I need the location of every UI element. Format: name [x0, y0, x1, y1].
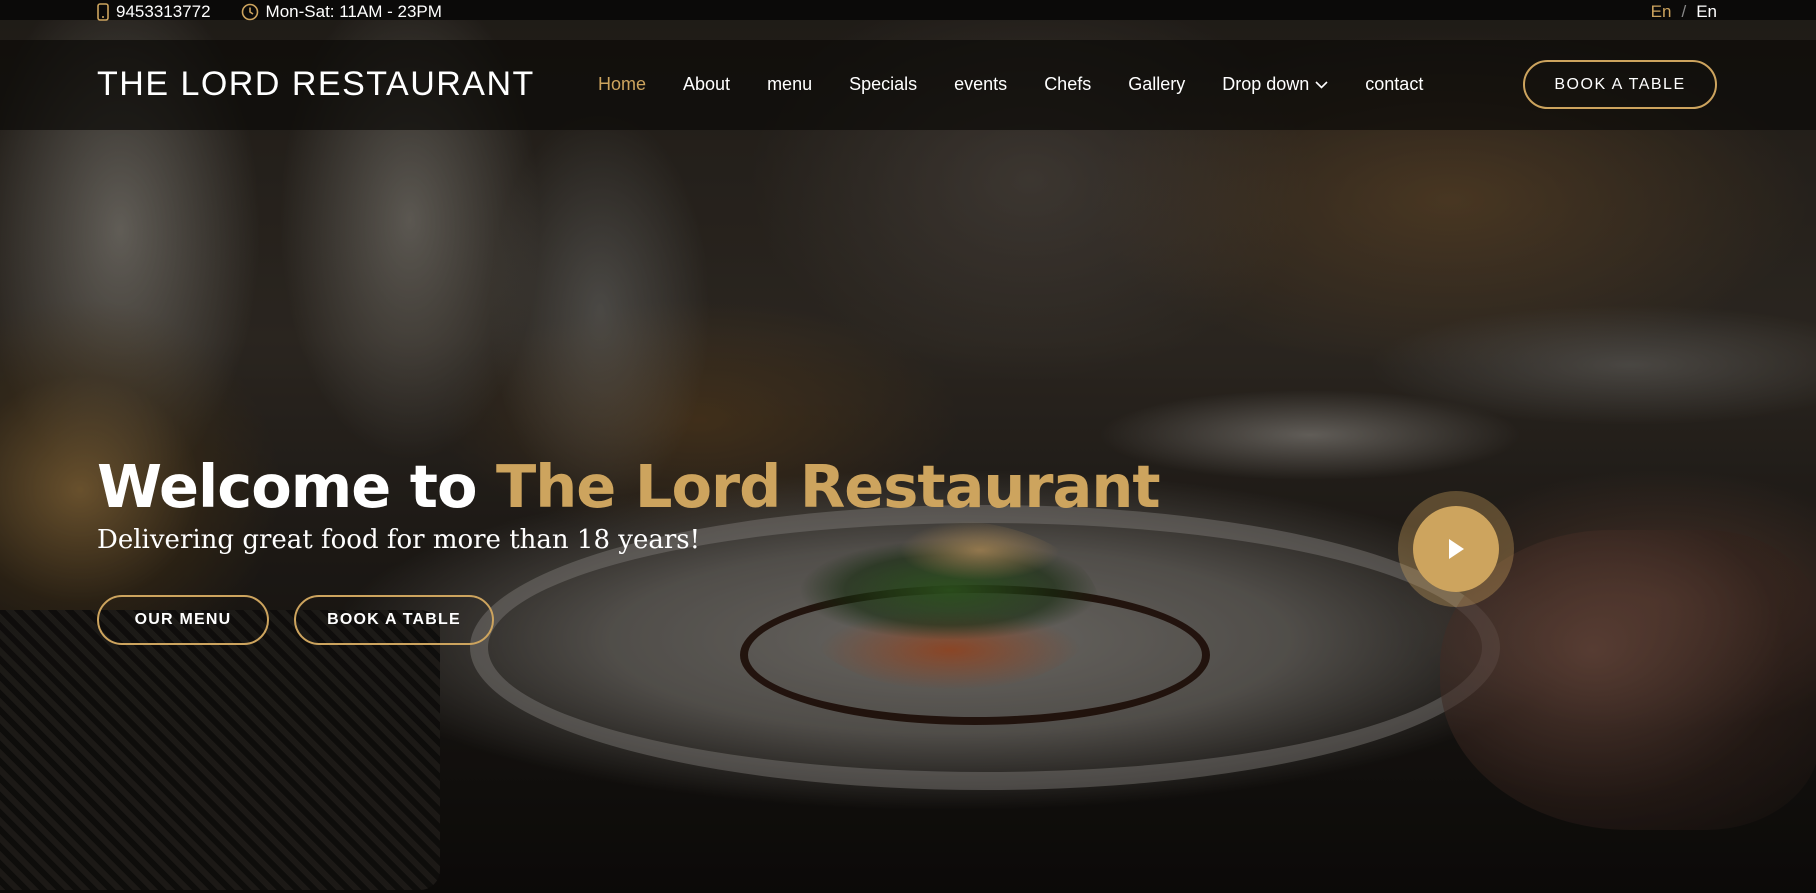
language-switcher: En / En — [1651, 2, 1717, 22]
nav-item-dropdown[interactable]: Drop down — [1222, 74, 1328, 95]
lang-option[interactable]: En — [1696, 2, 1717, 22]
nav-item-about[interactable]: About — [683, 74, 730, 95]
nav-item-menu[interactable]: menu — [767, 74, 812, 95]
play-video-button[interactable] — [1398, 491, 1514, 607]
lang-option-active[interactable]: En — [1651, 2, 1672, 22]
phone-number: 9453313772 — [116, 2, 211, 21]
topbar: 9453313772 Mon-Sat: 11AM - 23PM En / En — [0, 0, 1816, 22]
hero-subtitle: Delivering great food for more than 18 y… — [97, 525, 701, 555]
topbar-contact: 9453313772 Mon-Sat: 11AM - 23PM — [97, 2, 472, 22]
hero-title: Welcome to The Lord Restaurant — [97, 452, 1161, 521]
hero-title-accent: The Lord Restaurant — [496, 452, 1161, 521]
phone-contact: 9453313772 — [97, 2, 211, 22]
nav-item-events[interactable]: events — [954, 74, 1007, 95]
hero-title-prefix: Welcome to — [97, 452, 477, 521]
hero-book-table-button[interactable]: BOOK A TABLE — [294, 595, 494, 645]
our-menu-button[interactable]: OUR MENU — [97, 595, 269, 645]
nav-item-specials[interactable]: Specials — [849, 74, 917, 95]
main-nav: Home About menu Specials events Chefs Ga… — [598, 74, 1460, 95]
nav-item-dropdown-label: Drop down — [1222, 74, 1310, 94]
hero-overlay — [0, 0, 1816, 893]
play-button-inner — [1413, 506, 1499, 592]
nav-item-chefs[interactable]: Chefs — [1044, 74, 1091, 95]
phone-icon — [97, 3, 109, 21]
nav-item-contact[interactable]: contact — [1365, 74, 1423, 95]
hero-background-image — [0, 0, 1816, 893]
chevron-down-icon — [1315, 80, 1328, 89]
nav-item-home[interactable]: Home — [598, 74, 646, 95]
opening-hours: Mon-Sat: 11AM - 23PM — [241, 2, 442, 22]
hours-text: Mon-Sat: 11AM - 23PM — [265, 2, 442, 21]
lang-separator: / — [1681, 2, 1687, 21]
book-table-button[interactable]: BOOK A TABLE — [1523, 60, 1717, 109]
nav-item-gallery[interactable]: Gallery — [1128, 74, 1185, 95]
site-header: THE LORD RESTAURANT Home About menu Spec… — [0, 40, 1816, 130]
play-icon — [1449, 539, 1464, 559]
site-logo[interactable]: THE LORD RESTAURANT — [97, 65, 535, 104]
clock-icon — [241, 3, 258, 21]
